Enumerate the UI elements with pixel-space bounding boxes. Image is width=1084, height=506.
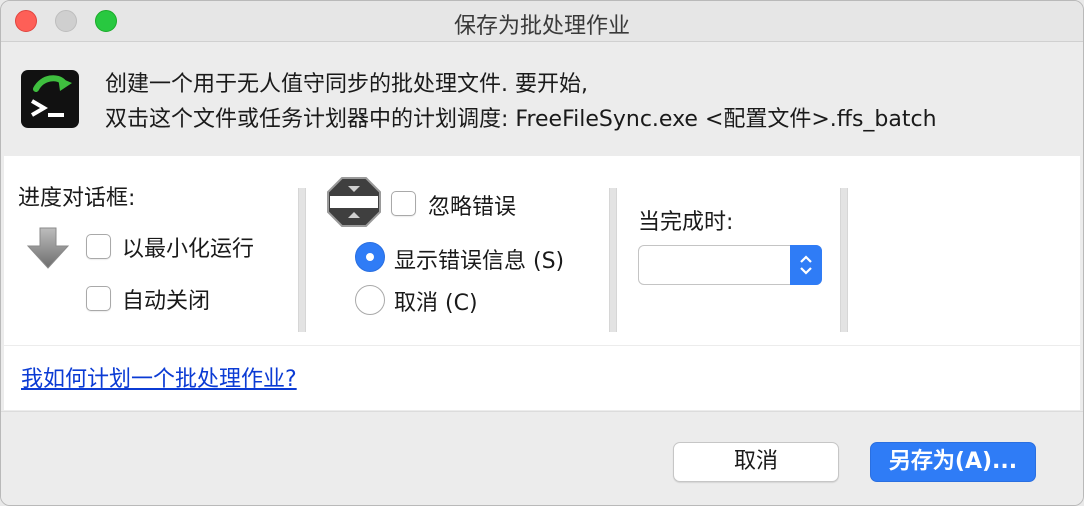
cancel-button[interactable]: 取消 — [673, 442, 839, 482]
on-completion-label: 当完成时: — [638, 210, 734, 235]
terminal-icon — [21, 70, 79, 128]
ignore-errors-checkbox[interactable] — [391, 191, 416, 216]
minimize-label: 以最小化运行 — [122, 237, 255, 262]
cancel-on-error-radio[interactable] — [355, 285, 385, 315]
dialog-footer: 取消 另存为(A)... — [1, 411, 1083, 505]
header-instruction-line1: 创建一个用于无人值守同步的批处理文件. 要开始, — [105, 72, 588, 97]
section-divider — [840, 188, 848, 332]
cancel-on-error-label: 取消 (C) — [394, 291, 478, 316]
arrow-down-icon — [26, 227, 70, 269]
title-bar: 保存为批处理作业 — [1, 1, 1083, 42]
error-stop-icon — [327, 177, 381, 227]
dialog-header: 创建一个用于无人值守同步的批处理文件. 要开始, 双击这个文件或任务计划器中的计… — [1, 42, 1083, 154]
auto-close-label: 自动关闭 — [122, 289, 211, 314]
schedule-help-link[interactable]: 我如何计划一个批处理作业? — [21, 361, 297, 393]
save-batch-dialog: 保存为批处理作业 创建一个用于无人值守同步的批处理文件. 要开始, 双击这个文件… — [0, 0, 1084, 506]
ignore-errors-label: 忽略错误 — [428, 195, 517, 220]
progress-dialog-label: 进度对话框: — [18, 186, 136, 211]
show-errors-radio[interactable] — [355, 242, 385, 272]
section-divider — [609, 188, 617, 332]
auto-close-checkbox[interactable] — [86, 286, 111, 311]
minimize-checkbox[interactable] — [86, 234, 111, 259]
on-completion-select[interactable] — [638, 245, 822, 285]
section-divider — [298, 188, 306, 332]
window-title: 保存为批处理作业 — [453, 14, 630, 39]
save-as-button[interactable]: 另存为(A)... — [870, 442, 1036, 482]
select-stepper[interactable] — [790, 245, 822, 285]
help-link-row: 我如何计划一个批处理作业? — [4, 345, 1080, 410]
show-errors-label: 显示错误信息 (S) — [394, 249, 565, 274]
chevron-up-down-icon — [800, 255, 812, 275]
header-instruction-line2: 双击这个文件或任务计划器中的计划调度: FreeFileSync.exe <配置… — [105, 107, 937, 132]
